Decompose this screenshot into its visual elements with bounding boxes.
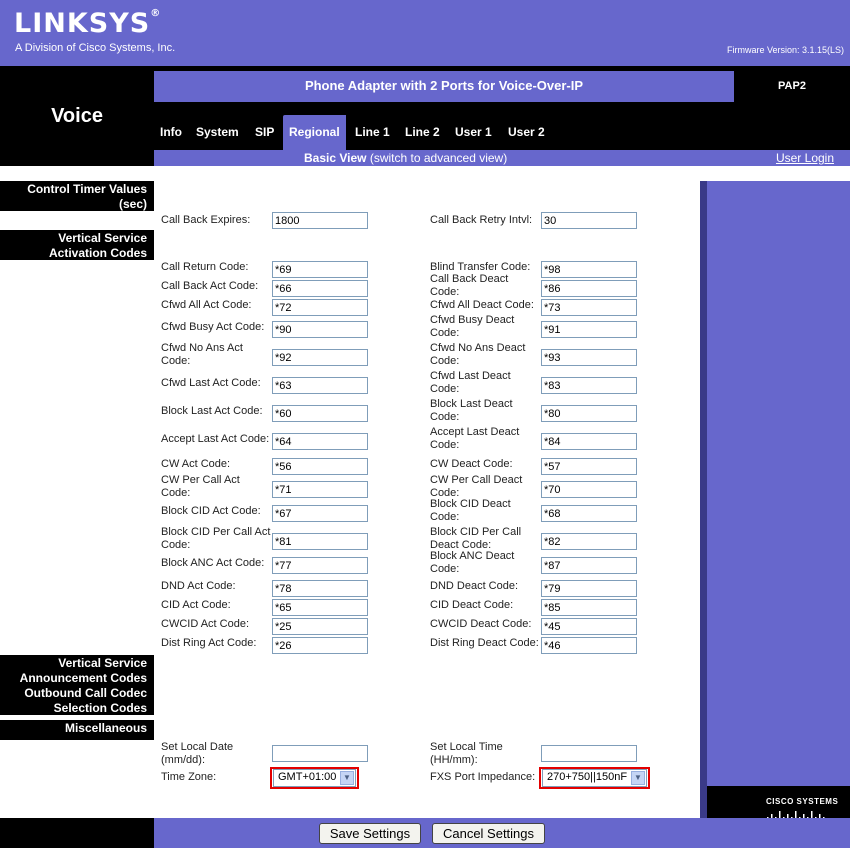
- tab-line-2[interactable]: Line 2: [399, 115, 446, 150]
- tab-info[interactable]: Info: [154, 115, 188, 150]
- local-time-input[interactable]: [541, 745, 637, 762]
- chevron-down-icon[interactable]: ▼: [631, 771, 645, 785]
- vsac-right-label: Cfwd No Ans Deact Code:: [430, 342, 526, 367]
- vsac-right-input[interactable]: [541, 599, 637, 616]
- vsac-left-input[interactable]: [272, 481, 368, 498]
- user-login-link[interactable]: User Login: [776, 151, 834, 165]
- vsac-right-label: Block Last Deact Code:: [430, 398, 513, 423]
- call-back-expires-label: Call Back Expires:: [161, 214, 251, 226]
- vsac-left-input[interactable]: [272, 618, 368, 635]
- vsac-left-input[interactable]: [272, 580, 368, 597]
- vsac-left-label: Cfwd Last Act Code:: [161, 376, 261, 389]
- fxs-impedance-select[interactable]: 270+750||150nF ▼: [542, 769, 647, 787]
- vsac-right-label: Cfwd Busy Deact Code:: [430, 314, 515, 339]
- group-outbound-codec: Outbound Call Codec Selection Codes: [0, 685, 154, 715]
- vsac-right-input[interactable]: [541, 299, 637, 316]
- product-title: Phone Adapter with 2 Ports for Voice-Ove…: [154, 71, 734, 102]
- call-back-retry-input[interactable]: [541, 212, 637, 229]
- local-time-label: Set Local Time (HH/mm):: [430, 741, 503, 766]
- vsac-right-input[interactable]: [541, 580, 637, 597]
- vsac-left-input[interactable]: [272, 505, 368, 522]
- vsac-left-label: Dist Ring Act Code:: [161, 636, 257, 649]
- firmware-version: Firmware Version: 3.1.15(LS): [726, 45, 844, 55]
- basic-view-label: Basic View: [304, 151, 367, 165]
- vsac-right-input[interactable]: [541, 637, 637, 654]
- vsac-right-input[interactable]: [541, 349, 637, 366]
- vsac-right-input[interactable]: [541, 377, 637, 394]
- vsac-left-label: Block Last Act Code:: [161, 404, 263, 417]
- footer-left-block: [0, 818, 154, 848]
- group-vsac: Vertical Service Activation Codes: [0, 230, 154, 260]
- section-title: Voice: [51, 105, 103, 127]
- local-date-input[interactable]: [272, 745, 368, 762]
- vsac-right-label: Block CID Deact Code:: [430, 498, 511, 523]
- vsac-left-input[interactable]: [272, 433, 368, 450]
- vsac-left-label: Block CID Act Code:: [161, 504, 261, 517]
- group-control-timer: Control Timer Values (sec): [0, 181, 154, 211]
- vsac-left-input[interactable]: [272, 377, 368, 394]
- timezone-label: Time Zone:: [161, 771, 217, 783]
- vsac-left-input[interactable]: [272, 533, 368, 550]
- brand-text: LINKSYS: [14, 8, 151, 39]
- tab-regional[interactable]: Regional: [283, 115, 346, 150]
- group-misc: Miscellaneous: [0, 720, 154, 740]
- chevron-down-icon[interactable]: ▼: [340, 771, 354, 785]
- vsac-left-input[interactable]: [272, 405, 368, 422]
- vsac-right-label: Cfwd Last Deact Code:: [430, 370, 511, 395]
- cancel-settings-button[interactable]: Cancel Settings: [432, 823, 545, 844]
- vsac-right-label: Dist Ring Deact Code:: [430, 636, 539, 649]
- linksys-logo: LINKSYS®: [14, 8, 162, 39]
- vsac-left-label: Cfwd No Ans Act Code:: [161, 342, 243, 367]
- fxs-impedance-label: FXS Port Impedance:: [430, 771, 536, 783]
- vsac-right-input[interactable]: [541, 405, 637, 422]
- vsac-right-input[interactable]: [541, 458, 637, 475]
- tab-sip[interactable]: SIP: [249, 115, 280, 150]
- tagline: A Division of Cisco Systems, Inc.: [15, 42, 176, 54]
- timezone-select[interactable]: GMT+01:00 ▼: [273, 769, 356, 787]
- vsac-right-input[interactable]: [541, 505, 637, 522]
- tab-system[interactable]: System: [190, 115, 245, 150]
- call-back-retry-label: Call Back Retry Intvl:: [430, 214, 533, 226]
- tab-user-1[interactable]: User 1: [449, 115, 498, 150]
- local-date-label: Set Local Date (mm/dd):: [161, 741, 234, 766]
- tab-user-2[interactable]: User 2: [502, 115, 551, 150]
- vsac-right-input[interactable]: [541, 481, 637, 498]
- product-model: PAP2: [734, 71, 850, 102]
- vsac-left-input[interactable]: [272, 458, 368, 475]
- vsac-right-input[interactable]: [541, 280, 637, 297]
- vsac-left-label: Cfwd Busy Act Code:: [161, 320, 265, 333]
- vsac-right-input[interactable]: [541, 321, 637, 338]
- switch-advanced-view-link[interactable]: (switch to advanced view): [370, 151, 507, 165]
- right-strip: [700, 181, 707, 818]
- timezone-value: GMT+01:00: [278, 771, 337, 783]
- vsac-right-input[interactable]: [541, 557, 637, 574]
- group-vsann: Vertical Service Announcement Codes: [0, 655, 154, 685]
- vsac-right-input[interactable]: [541, 433, 637, 450]
- vsac-left-input[interactable]: [272, 349, 368, 366]
- vsac-left-input[interactable]: [272, 557, 368, 574]
- view-mode: Basic View (switch to advanced view): [304, 151, 507, 165]
- vsac-left-input[interactable]: [272, 299, 368, 316]
- vsac-left-input[interactable]: [272, 280, 368, 297]
- right-panel: [707, 181, 850, 818]
- vsac-left-input[interactable]: [272, 321, 368, 338]
- tab-line-1[interactable]: Line 1: [349, 115, 396, 150]
- vsac-left-input[interactable]: [272, 637, 368, 654]
- vsac-right-input[interactable]: [541, 618, 637, 635]
- vsac-right-input[interactable]: [541, 533, 637, 550]
- call-back-expires-input[interactable]: [272, 212, 368, 229]
- vsac-left-input[interactable]: [272, 599, 368, 616]
- vsac-right-input[interactable]: [541, 261, 637, 278]
- fxs-impedance-value: 270+750||150nF: [547, 771, 628, 783]
- save-settings-button[interactable]: Save Settings: [319, 823, 421, 844]
- cisco-logo: CISCO SYSTEMS: [766, 797, 839, 806]
- vsac-left-input[interactable]: [272, 261, 368, 278]
